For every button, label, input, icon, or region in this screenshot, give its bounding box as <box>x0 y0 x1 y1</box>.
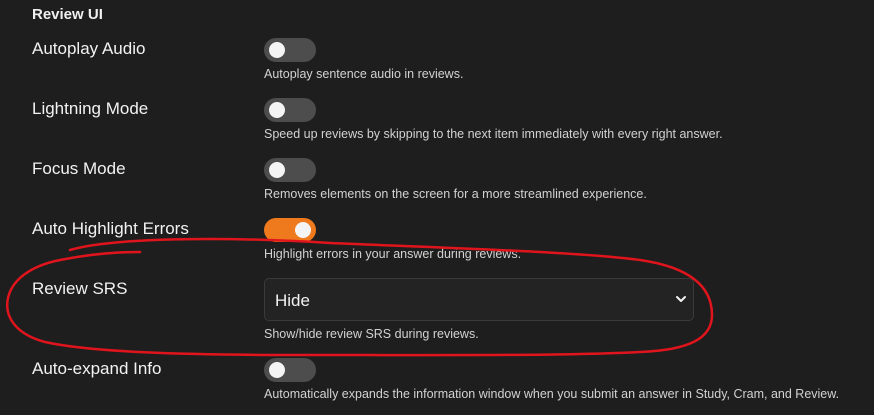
auto-highlight-errors-toggle[interactable] <box>264 218 316 242</box>
setting-description: Automatically expands the information wi… <box>264 387 840 401</box>
setting-description: Show/hide review SRS during reviews. <box>264 327 479 341</box>
setting-description: Autoplay sentence audio in reviews. <box>264 67 464 81</box>
setting-label: Focus Mode <box>32 159 126 178</box>
toggle-knob <box>269 362 285 378</box>
setting-label: Review SRS <box>32 279 128 298</box>
setting-label: Auto-expand Info <box>32 359 162 378</box>
lightning-mode-toggle[interactable] <box>264 98 316 122</box>
setting-description: Speed up reviews by skipping to the next… <box>264 127 723 141</box>
section-title: Review UI <box>32 6 103 23</box>
review-srs-select[interactable]: Hide <box>264 278 694 321</box>
setting-label: Autoplay Audio <box>32 39 146 58</box>
auto-expand-info-toggle[interactable] <box>264 358 316 382</box>
autoplay-audio-toggle[interactable] <box>264 38 316 62</box>
setting-label: Lightning Mode <box>32 99 149 118</box>
toggle-knob <box>295 222 311 238</box>
setting-description: Removes elements on the screen for a mor… <box>264 187 647 201</box>
toggle-knob <box>269 42 285 58</box>
setting-label: Auto Highlight Errors <box>32 219 189 238</box>
setting-description: Highlight errors in your answer during r… <box>264 247 522 261</box>
toggle-knob <box>269 162 285 178</box>
focus-mode-toggle[interactable] <box>264 158 316 182</box>
chevron-down-icon <box>676 296 686 302</box>
red-annotation-circle <box>5 237 714 357</box>
select-value: Hide <box>275 291 310 310</box>
toggle-knob <box>269 102 285 118</box>
